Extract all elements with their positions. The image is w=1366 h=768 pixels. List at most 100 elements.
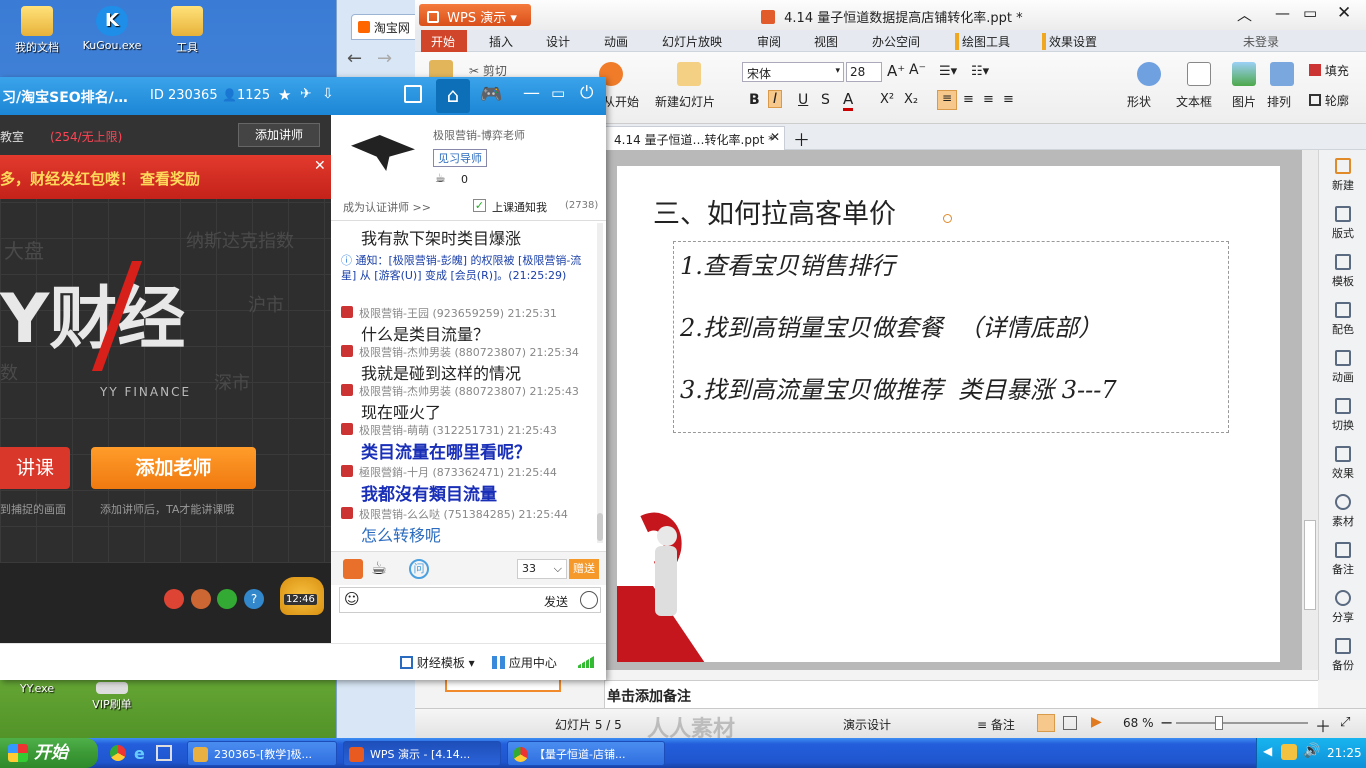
maximize-button[interactable]: ▭: [551, 84, 565, 102]
font-size-select[interactable]: 28: [846, 62, 882, 82]
tab-design[interactable]: 设计: [546, 33, 570, 50]
task-browser[interactable]: 【量子恒道-店铺...: [507, 741, 665, 766]
desktop-icon-kugou[interactable]: K KuGou.exe: [77, 6, 147, 52]
tab-animation[interactable]: 动画: [604, 33, 628, 50]
download-icon[interactable]: ⇩: [322, 86, 334, 102]
underline-icon[interactable]: U: [798, 92, 808, 108]
list-icon[interactable]: [404, 85, 422, 103]
zoom-in-button[interactable]: ＋: [1315, 713, 1331, 737]
star-icon[interactable]: ★: [278, 86, 291, 104]
sorter-view-icon[interactable]: [1063, 716, 1077, 730]
notify-checkbox[interactable]: ✓: [473, 199, 486, 212]
zoom-slider[interactable]: [1176, 716, 1308, 730]
font-color-icon[interactable]: A: [843, 90, 854, 111]
grow-font-icon[interactable]: A⁺: [887, 62, 905, 80]
tab-insert[interactable]: 插入: [489, 33, 513, 50]
shape-icon[interactable]: [1137, 62, 1161, 86]
vertical-scrollbar[interactable]: [1302, 150, 1318, 670]
justify-icon[interactable]: ≡: [1003, 92, 1014, 107]
task-wps[interactable]: WPS 演示 - [4.14...: [343, 741, 501, 766]
shape-button[interactable]: 形状: [1127, 93, 1151, 110]
template-button[interactable]: 财经模板 ▾: [400, 654, 475, 671]
like-icon[interactable]: [343, 559, 363, 579]
zoom-level[interactable]: 68 %: [1123, 716, 1154, 730]
tab-drawing-tools[interactable]: 绘图工具: [955, 33, 1010, 50]
close-button[interactable]: ✕: [1337, 3, 1351, 23]
notes-pane[interactable]: 单击添加备注: [605, 680, 1318, 708]
app-center-button[interactable]: 应用中心: [492, 654, 557, 671]
desktop-icon-vip[interactable]: VIP刷单: [77, 682, 147, 712]
textbox-icon[interactable]: [1187, 62, 1211, 86]
maximize-button[interactable]: ▭: [1303, 4, 1317, 22]
panel-new[interactable]: 新建: [1319, 158, 1366, 193]
font-select[interactable]: 宋体 ▾: [742, 62, 844, 82]
task-yy[interactable]: 230365-[教学]极...: [187, 741, 337, 766]
italic-icon[interactable]: I: [768, 90, 783, 108]
tab-start[interactable]: 开始: [431, 33, 455, 50]
ie-icon[interactable]: e: [134, 744, 145, 763]
teacher-avatar[interactable]: [343, 123, 423, 183]
bullets-icon[interactable]: ☰▾: [939, 64, 957, 79]
desktop-icon[interactable]: [156, 745, 172, 761]
zoom-out-button[interactable]: −: [1160, 713, 1173, 732]
panel-notes[interactable]: 备注: [1319, 542, 1366, 577]
superscript-icon[interactable]: X²: [880, 92, 894, 107]
close-tab-icon[interactable]: ✕: [770, 130, 780, 144]
align-left-icon[interactable]: ≡: [937, 90, 957, 110]
tray-arrow-icon[interactable]: ◀: [1263, 744, 1272, 758]
rotate-handle[interactable]: [943, 214, 952, 223]
start-button[interactable]: 开始: [0, 738, 98, 768]
volume-icon[interactable]: 🔊: [1303, 743, 1320, 759]
subscript-icon[interactable]: X₂: [904, 92, 918, 107]
shrink-font-icon[interactable]: A⁻: [909, 62, 926, 78]
notes-toggle[interactable]: ≡ 备注: [977, 716, 1015, 733]
chrome-icon[interactable]: [110, 745, 126, 761]
send-button[interactable]: 发送: [544, 593, 568, 610]
panel-effects[interactable]: 效果: [1319, 446, 1366, 481]
panel-color[interactable]: 配色: [1319, 302, 1366, 337]
become-teacher-link[interactable]: 成为认证讲师 >>: [343, 199, 431, 215]
document-tab[interactable]: 4.14 量子恒道…转化率.ppt * ✕: [605, 126, 785, 150]
tray-app-icon[interactable]: [1281, 744, 1297, 760]
fill-button[interactable]: 填充: [1309, 62, 1349, 79]
align-center-icon[interactable]: ≡: [963, 92, 974, 107]
add-teacher-big-button[interactable]: 添加老师: [91, 447, 256, 489]
chat-bubble-icon[interactable]: [580, 591, 598, 609]
promo-link[interactable]: 查看奖励: [140, 168, 200, 189]
wps-app-button[interactable]: WPS 演示 ▾: [419, 4, 531, 26]
panel-template[interactable]: 模板: [1319, 254, 1366, 289]
play-icon[interactable]: ▶: [1091, 714, 1102, 730]
panel-transition[interactable]: 切换: [1319, 398, 1366, 433]
outline-button[interactable]: 轮廓: [1309, 92, 1349, 109]
gift-send-button[interactable]: 赠送: [569, 559, 599, 579]
promo-banner[interactable]: 多，财经发红包喽！ 查看奖励 ✕: [0, 155, 331, 199]
help-icon[interactable]: ?: [244, 589, 264, 609]
numbering-icon[interactable]: ☷▾: [971, 64, 989, 79]
new-slide-icon[interactable]: [677, 62, 701, 86]
normal-view-icon[interactable]: [1037, 714, 1055, 732]
question-icon[interactable]: 问: [409, 559, 429, 579]
minimize-button[interactable]: —: [523, 83, 540, 103]
back-button[interactable]: ←: [347, 48, 362, 69]
tab-effects[interactable]: 效果设置: [1042, 33, 1097, 50]
chat-input[interactable]: ☺ 发送: [339, 587, 601, 613]
gamepad-icon[interactable]: 🎮: [480, 84, 502, 105]
panel-material[interactable]: 素材: [1319, 494, 1366, 529]
close-icon[interactable]: ✕: [314, 158, 326, 174]
textbox-button[interactable]: 文本框: [1176, 93, 1212, 110]
chat-scrollbar[interactable]: [597, 223, 603, 543]
new-tab-button[interactable]: ＋: [793, 126, 810, 151]
picture-icon[interactable]: [1232, 62, 1256, 86]
tab-review[interactable]: 审阅: [757, 33, 781, 50]
text-placeholder[interactable]: 1.查看宝贝销售排行 2.找到高销量宝贝做套餐 （详情底部） 3.找到高流量宝贝…: [673, 241, 1229, 433]
chat-list[interactable]: 我有款下架时类目爆涨 ⓘ 通知：[极限营销-彭魄] 的权限被 [极限营销-流星]…: [341, 223, 596, 543]
login-status[interactable]: 未登录: [1243, 33, 1279, 50]
start-show-button[interactable]: 从开始: [603, 93, 639, 110]
lecture-button[interactable]: 讲课: [0, 447, 70, 489]
reward-icon[interactable]: [164, 589, 184, 609]
bold-icon[interactable]: B: [749, 92, 760, 108]
arrange-button[interactable]: 排列: [1267, 93, 1291, 110]
scroll-thumb[interactable]: [597, 513, 603, 541]
slide-heading[interactable]: 三、如何拉高客单价: [653, 192, 896, 231]
emoji-icon[interactable]: ☺: [344, 590, 360, 608]
